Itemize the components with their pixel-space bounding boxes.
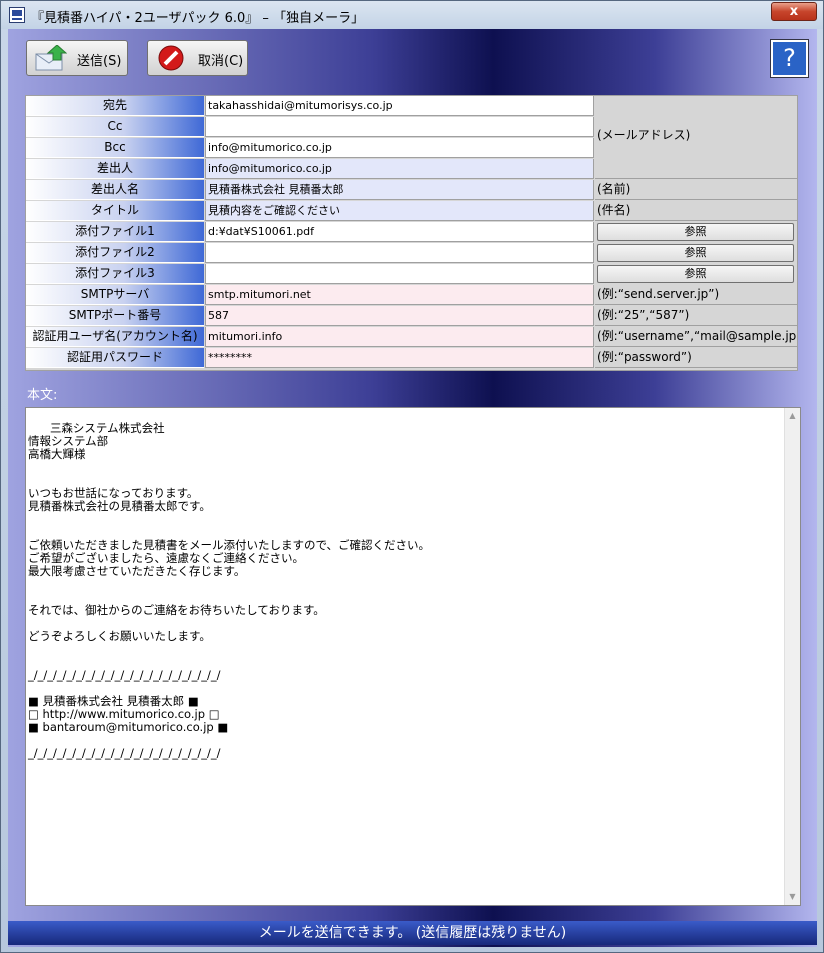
row-attachment-3: 添付ファイル3 参照 <box>26 264 797 284</box>
scroll-up-arrow-icon[interactable]: ▲ <box>785 408 800 424</box>
cc-label: Cc <box>26 117 204 137</box>
mailer-window: 『見積番ハイパ・2ユーザパック 6.0』 – 「独自メーラ」 x 送信(S) 取… <box>0 0 824 953</box>
help-button[interactable]: ? <box>770 39 809 78</box>
row-to: 宛先 takahasshidai@mitumorisys.co.jp (メールア… <box>26 96 797 179</box>
status-bar: メールを送信できます。 (送信履歴は残りません) <box>8 921 817 945</box>
smtp-server-label: SMTPサーバ <box>26 285 204 305</box>
send-button-label: 送信(S) <box>77 54 122 69</box>
bcc-field[interactable]: info@mitumorico.co.jp <box>205 138 594 158</box>
title-bar: 『見積番ハイパ・2ユーザパック 6.0』 – 「独自メーラ」 x <box>1 1 823 29</box>
cancel-icon <box>158 45 184 71</box>
close-button[interactable]: x <box>771 2 817 21</box>
body-text: 三森システム株式会社 情報システム部 高橋大輝様 いつもお世話になっております。… <box>28 421 431 760</box>
to-field[interactable]: takahasshidai@mitumorisys.co.jp <box>205 96 594 116</box>
auth-user-note: (例:“username”,“mail@sample.jp”) <box>595 327 797 347</box>
mail-header-form: 宛先 takahasshidai@mitumorisys.co.jp (メールア… <box>25 95 798 371</box>
client-area: 送信(S) 取消(C) ? 宛先 takahasshidai@mitumoris… <box>8 29 817 947</box>
attachment-1-label: 添付ファイル1 <box>26 222 204 242</box>
row-attachment-1: 添付ファイル1 d:¥dat¥S10061.pdf 参照 <box>26 222 797 242</box>
row-from: 差出人 info@mitumorico.co.jp <box>26 159 797 179</box>
attachment-3-label: 添付ファイル3 <box>26 264 204 284</box>
row-attachment-2: 添付ファイル2 参照 <box>26 243 797 263</box>
attachment-2-browse-button[interactable]: 参照 <box>597 244 794 262</box>
smtp-server-note: (例:“send.server.jp”) <box>595 285 797 305</box>
window-title: 『見積番ハイパ・2ユーザパック 6.0』 – 「独自メーラ」 <box>31 11 365 26</box>
auth-user-label: 認証用ユーザ名(アカウント名) <box>26 327 204 347</box>
attachment-1-field[interactable]: d:¥dat¥S10061.pdf <box>205 222 594 242</box>
row-subject: タイトル 見積内容をご確認ください (件名) <box>26 201 797 221</box>
cancel-button-label: 取消(C) <box>198 54 244 69</box>
attachment-3-field[interactable] <box>205 264 594 284</box>
from-name-note: (名前) <box>595 180 797 200</box>
subject-field[interactable]: 見積内容をご確認ください <box>205 201 594 221</box>
row-cc: Cc <box>26 117 797 137</box>
attachment-2-field[interactable] <box>205 243 594 263</box>
row-smtp-port: SMTPポート番号 587 (例:“25”,“587”) <box>26 306 797 326</box>
attachment-1-browse-button[interactable]: 参照 <box>597 223 794 241</box>
send-button[interactable]: 送信(S) <box>26 40 128 76</box>
from-label: 差出人 <box>26 159 204 179</box>
cancel-button[interactable]: 取消(C) <box>147 40 248 76</box>
cc-field[interactable] <box>205 117 594 137</box>
subject-note: (件名) <box>595 201 797 221</box>
from-field[interactable]: info@mitumorico.co.jp <box>205 159 594 179</box>
send-mail-icon <box>35 45 67 71</box>
scroll-down-arrow-icon[interactable]: ▼ <box>785 889 800 905</box>
body-textarea[interactable]: 三森システム株式会社 情報システム部 高橋大輝様 いつもお世話になっております。… <box>25 407 801 906</box>
smtp-server-field[interactable]: smtp.mitumori.net <box>205 285 594 305</box>
row-from-name: 差出人名 見積番株式会社 見積番太郎 (名前) <box>26 180 797 200</box>
from-name-field[interactable]: 見積番株式会社 見積番太郎 <box>205 180 594 200</box>
row-smtp-server: SMTPサーバ smtp.mitumori.net (例:“send.serve… <box>26 285 797 305</box>
auth-password-label: 認証用パスワード <box>26 348 204 368</box>
app-icon <box>9 7 25 23</box>
subject-label: タイトル <box>26 201 204 221</box>
auth-password-field[interactable]: ******** <box>205 348 594 368</box>
smtp-port-label: SMTPポート番号 <box>26 306 204 326</box>
from-name-label: 差出人名 <box>26 180 204 200</box>
smtp-port-field[interactable]: 587 <box>205 306 594 326</box>
attachment-2-label: 添付ファイル2 <box>26 243 204 263</box>
attachment-3-browse-button[interactable]: 参照 <box>597 265 794 283</box>
auth-password-note: (例:“password”) <box>595 348 797 368</box>
row-auth-password: 認証用パスワード ******** (例:“password”) <box>26 348 797 368</box>
smtp-port-note: (例:“25”,“587”) <box>595 306 797 326</box>
body-scrollbar[interactable]: ▲ ▼ <box>784 408 800 905</box>
auth-user-field[interactable]: mitumori.info <box>205 327 594 347</box>
bcc-label: Bcc <box>26 138 204 158</box>
row-bcc: Bcc info@mitumorico.co.jp <box>26 138 797 158</box>
to-label: 宛先 <box>26 96 204 116</box>
body-label: 本文: <box>27 388 58 403</box>
row-auth-user: 認証用ユーザ名(アカウント名) mitumori.info (例:“userna… <box>26 327 797 347</box>
